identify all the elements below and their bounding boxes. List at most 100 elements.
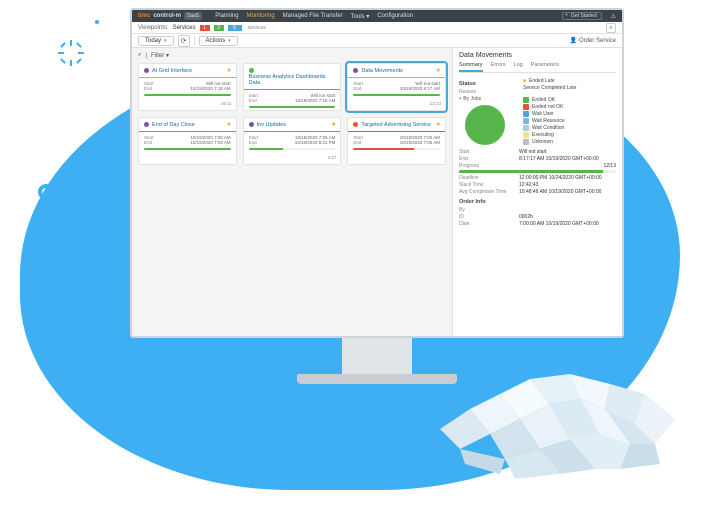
nav-tools[interactable]: Tools ▾ (351, 13, 370, 20)
legend-item: Unknown (523, 139, 616, 145)
card-end-value: 10/19/2020 8:17 AM (400, 86, 440, 91)
deadline-label: Deadline (459, 175, 519, 181)
legend-label: Ended OK (532, 97, 555, 103)
order-id-label: ID (459, 214, 519, 220)
avg-label: Avg Completion Time (459, 189, 519, 195)
nav-planning[interactable]: Planning (215, 13, 238, 20)
progress-label: Progress (459, 163, 519, 169)
get-started-button[interactable]: Get Started (562, 12, 602, 20)
card-title: Targeted Advertising Service (361, 122, 431, 128)
legend-swatch (523, 125, 529, 131)
date-dropdown[interactable]: Today (138, 36, 174, 46)
card-divider (244, 131, 341, 132)
refresh-icon[interactable]: ⟳ (178, 35, 190, 47)
brand-logo: bmc (138, 13, 150, 19)
legend-item: Ended not OK (523, 104, 616, 110)
alerts-icon[interactable]: ⚠︎ (611, 13, 616, 20)
card-end-value: 10/19/2020 7:18 AM (190, 86, 230, 91)
nav-monitoring[interactable]: Monitoring (247, 13, 275, 20)
status-dot-icon (353, 122, 358, 127)
details-panel: Data Movements Summary Errors Log Parame… (452, 48, 622, 336)
status-value: Ended Late (529, 78, 555, 84)
services-label[interactable]: Services (173, 25, 196, 31)
legend-label: Wait Resource (532, 118, 565, 124)
card-progress-bar (353, 148, 440, 150)
service-card[interactable]: Business Analytics Dashboards DataStartW… (243, 63, 342, 111)
services-count-green[interactable]: 2 (214, 25, 224, 31)
tab-parameters[interactable]: Parameters (531, 62, 559, 72)
progress-bar (459, 170, 616, 173)
decorative-cloud (430, 339, 690, 489)
panel-toggle-icon[interactable]: ≡ (606, 23, 616, 33)
card-clock: 19:11 (221, 101, 232, 106)
monitor-stand-neck (342, 338, 412, 374)
status-dot-icon (249, 122, 254, 127)
card-grid: AI Grid InterfaceStartWill not startEnd1… (138, 63, 446, 165)
card-end-value: 10/19/2020 7:18 AM (295, 98, 335, 103)
tab-log[interactable]: Log (514, 62, 523, 72)
card-title: AI Grid Interface (152, 68, 192, 74)
search-icon[interactable]: ⌕ (138, 52, 141, 59)
card-title: Business Analytics Dashboards Data (249, 74, 329, 86)
brand-bar: bmc control-m SaaS Planning Monitoring M… (132, 10, 622, 22)
service-card[interactable]: Data MovementsStartWill not startEnd10/1… (347, 63, 446, 111)
app-screen: bmc control-m SaaS Planning Monitoring M… (130, 8, 624, 338)
by-jobs-toggle[interactable]: + By Jobs (459, 96, 519, 102)
legend-swatch (523, 139, 529, 145)
services-count-blue[interactable]: 5 (228, 25, 242, 31)
legend-item: Ended OK (523, 97, 616, 103)
decorative-ring (38, 184, 54, 200)
legend-swatch (523, 132, 529, 138)
panel-tabs: Summary Errors Log Parameters (459, 62, 616, 73)
legend-swatch (523, 111, 529, 117)
actions-dropdown[interactable]: Actions (199, 36, 238, 46)
card-divider (348, 131, 445, 132)
card-progress-bar (353, 94, 440, 96)
filter-dropdown[interactable]: Filter ▾ (151, 52, 169, 59)
panel-title: Data Movements (459, 52, 616, 59)
card-divider (139, 77, 236, 78)
legend-label: Wait Condition (532, 125, 564, 131)
legend-item: Wait Resource (523, 118, 616, 124)
end-label: End (459, 156, 519, 162)
legend-swatch (523, 118, 529, 124)
card-progress-bar (249, 148, 336, 150)
progress-value: 12/13 (519, 163, 616, 169)
order-by-value (519, 207, 616, 213)
service-card[interactable]: End of Day CloseStart10/19/2020 7:00 AME… (138, 117, 237, 165)
status-dot-icon (144, 68, 149, 73)
card-progress-bar (144, 148, 231, 150)
brand-saas-badge: SaaS (184, 12, 202, 20)
reason-value: Service Completed Late (523, 85, 576, 91)
avg-value: 10:48:49 AM 10/19/2020 GMT+00:00 (519, 189, 616, 195)
card-end-label: End (249, 140, 257, 145)
nav-configuration[interactable]: Configuration (377, 13, 413, 20)
services-count-red[interactable]: 1 (200, 25, 210, 31)
card-end-value: 10/19/2020 8:31 PM (295, 140, 336, 145)
top-nav: Planning Monitoring Managed File Transfe… (215, 13, 413, 20)
legend-swatch (523, 104, 529, 110)
card-title: Inv Updates (257, 122, 286, 128)
status-dot-icon (144, 122, 149, 127)
card-clock: 4:17 (328, 155, 337, 160)
service-card[interactable]: Targeted Advertising ServiceStart10/19/2… (347, 117, 446, 165)
card-divider (348, 77, 445, 78)
tab-summary[interactable]: Summary (459, 62, 483, 72)
nav-mft[interactable]: Managed File Transfer (283, 13, 343, 20)
status-badge-icon: ■ (523, 78, 526, 84)
card-end-label: End (353, 86, 361, 91)
service-card[interactable]: AI Grid InterfaceStartWill not startEnd1… (138, 63, 237, 111)
legend-item: Executing (523, 132, 616, 138)
tab-errors[interactable]: Errors (491, 62, 506, 72)
card-title: End of Day Close (152, 122, 195, 128)
viewpoints-bar: Viewpoints: Services 1 2 5 services ≡ (132, 22, 622, 34)
start-label: Start (459, 149, 519, 155)
filter-bar: ⌕ | Filter ▾ (138, 52, 446, 59)
content-area: ⌕ | Filter ▾ AI Grid InterfaceStartWill … (132, 48, 622, 336)
card-progress-bar (249, 106, 336, 108)
legend-label: Ended not OK (532, 104, 563, 110)
end-value: 8:17:17 AM 10/19/2020 GMT+00:00 (519, 156, 616, 162)
legend-swatch (523, 97, 529, 103)
order-service-link[interactable]: 👤 Order Service (570, 37, 617, 44)
service-card[interactable]: Inv UpdatesStart10/19/2020 7:05 AMEnd10/… (243, 117, 342, 165)
